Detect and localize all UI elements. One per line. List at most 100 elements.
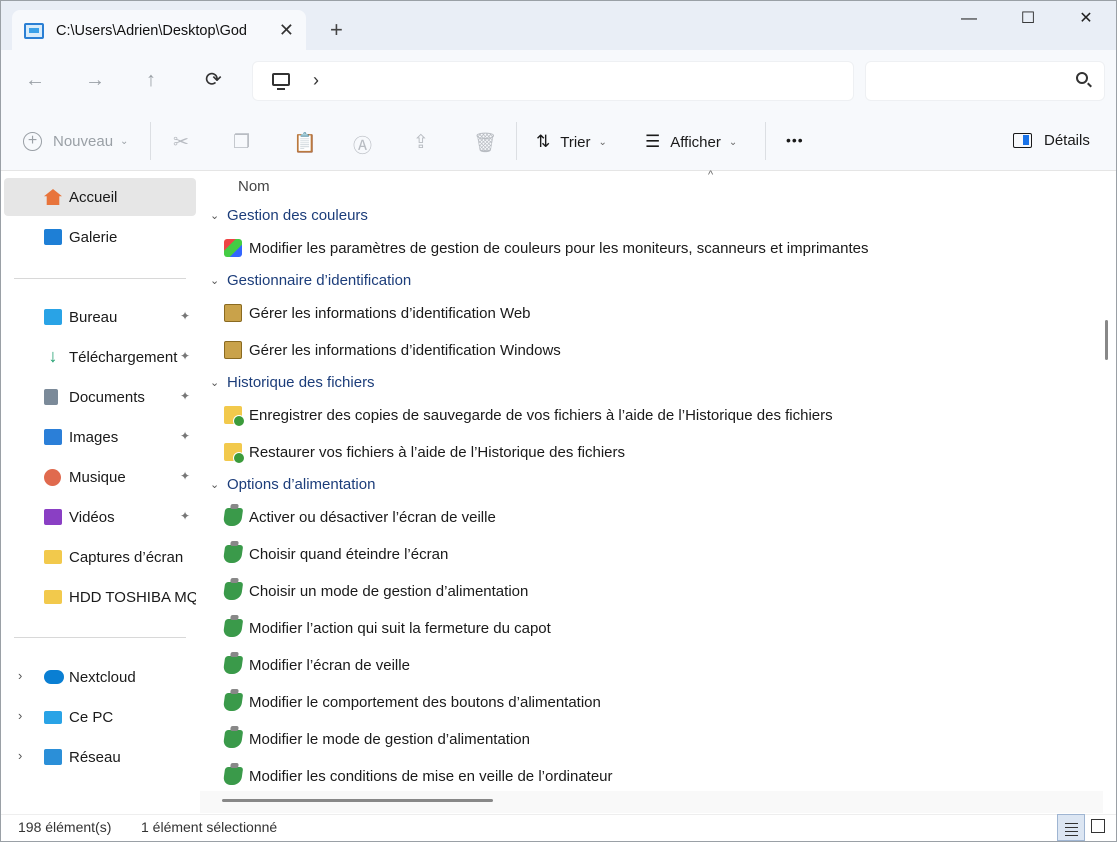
color-management-icon [224, 239, 242, 257]
forward-arrow-icon[interactable]: → [85, 68, 105, 92]
more-options-button[interactable]: ••• [786, 132, 804, 148]
close-button[interactable]: ✕ [1066, 8, 1106, 32]
sort-button-label: Trier [560, 133, 591, 151]
navigation-pane: Accueil Galerie Bureau ✦ ↓ Téléchargemen… [0, 171, 200, 814]
expand-chevron-icon[interactable]: › [18, 748, 22, 763]
list-item[interactable]: Restaurer vos fichiers à l’aide de l’His… [224, 435, 625, 469]
sidebar-item-videos[interactable]: Vidéos ✦ [4, 498, 196, 536]
list-item[interactable]: Enregistrer des copies de sauvegarde de … [224, 398, 833, 432]
collapse-chevron-icon[interactable]: ⌄ [210, 209, 219, 222]
new-tab-button[interactable]: + [330, 18, 343, 42]
view-button[interactable]: ☰ Afficher ⌄ [645, 132, 737, 152]
refresh-icon[interactable]: ⟳ [205, 68, 222, 92]
sidebar-separator [14, 637, 186, 638]
power-options-icon [222, 730, 244, 748]
sidebar-item-reseau[interactable]: › Réseau [4, 738, 196, 776]
pin-icon[interactable]: ✦ [180, 509, 190, 523]
column-header-name[interactable]: Nom [238, 178, 270, 195]
group-header-power-options[interactable]: ⌄ Options d’alimentation [210, 476, 375, 493]
documents-icon [44, 389, 58, 405]
music-icon [44, 468, 61, 486]
vertical-scrollbar-thumb[interactable] [1105, 320, 1108, 360]
rename-icon[interactable]: Ⓐ [353, 131, 372, 158]
breadcrumb-chevron-icon[interactable]: › [313, 70, 319, 91]
collapse-chevron-icon[interactable]: ⌄ [210, 478, 219, 491]
minimize-button[interactable]: — [949, 8, 989, 32]
folder-icon [44, 550, 62, 564]
power-options-icon [222, 508, 244, 526]
list-item[interactable]: Choisir un mode de gestion d’alimentatio… [222, 574, 528, 608]
selection-count: 1 élément sélectionné [141, 819, 278, 835]
pin-icon[interactable]: ✦ [180, 309, 190, 323]
list-item[interactable]: Choisir quand éteindre l’écran [222, 537, 448, 571]
chevron-down-icon: ⌄ [728, 136, 738, 148]
videos-icon [44, 509, 62, 525]
sidebar-item-galerie[interactable]: Galerie [4, 218, 196, 256]
group-header-credential-manager[interactable]: ⌄ Gestionnaire d’identification [210, 272, 411, 289]
sidebar-item-musique[interactable]: Musique ✦ [4, 458, 196, 496]
desktop-folder-icon [44, 309, 62, 325]
sidebar-item-hdd-toshiba[interactable]: HDD TOSHIBA MQ [4, 578, 196, 616]
folder-icon [44, 590, 62, 604]
home-icon [44, 189, 62, 205]
sidebar-item-captures[interactable]: Captures d’écran [4, 538, 196, 576]
sidebar-item-nextcloud[interactable]: › Nextcloud [4, 658, 196, 696]
toolbar-separator [516, 122, 517, 160]
expand-chevron-icon[interactable]: › [18, 668, 22, 683]
group-header-color-management[interactable]: ⌄ Gestion des couleurs [210, 207, 368, 224]
collapse-chevron-icon[interactable]: ⌄ [210, 274, 219, 287]
sidebar-item-bureau[interactable]: Bureau ✦ [4, 298, 196, 336]
pin-icon[interactable]: ✦ [180, 389, 190, 403]
chevron-down-icon: ⌄ [598, 136, 607, 148]
toolbar-separator [765, 122, 766, 160]
sidebar-item-accueil[interactable]: Accueil [4, 178, 196, 216]
list-item[interactable]: Modifier l’action qui suit la fermeture … [222, 611, 551, 645]
vertical-scrollbar[interactable] [1103, 171, 1117, 791]
horizontal-scrollbar-thumb[interactable] [222, 799, 493, 802]
pin-icon[interactable]: ✦ [180, 429, 190, 443]
download-icon: ↓ [48, 346, 58, 366]
sidebar-item-documents[interactable]: Documents ✦ [4, 378, 196, 416]
share-icon[interactable]: ⇪ [413, 131, 429, 154]
pictures-icon [44, 429, 62, 445]
details-view-button[interactable] [1057, 814, 1085, 841]
list-item[interactable]: Modifier les conditions de mise en veill… [222, 759, 613, 793]
group-header-file-history[interactable]: ⌄ Historique des fichiers [210, 374, 375, 391]
delete-icon[interactable]: 🗑 [473, 131, 497, 155]
back-arrow-icon[interactable]: ← [25, 68, 45, 92]
up-arrow-icon[interactable]: ↑ [146, 68, 156, 92]
control-panel-icon [24, 23, 44, 39]
sort-ascending-icon: ^ [708, 169, 714, 181]
sidebar-item-telechargement[interactable]: ↓ Téléchargement ✦ [4, 338, 196, 376]
list-item[interactable]: Activer ou désactiver l’écran de veille [222, 500, 496, 534]
list-item[interactable]: Modifier les paramètres de gestion de co… [224, 231, 868, 265]
new-button-label: Nouveau [53, 133, 114, 150]
details-button[interactable]: Détails [1013, 132, 1090, 149]
list-item[interactable]: Modifier le mode de gestion d’alimentati… [222, 722, 530, 756]
tab-close-icon[interactable]: ✕ [279, 20, 294, 40]
new-button[interactable]: + Nouveau ⌄ [23, 132, 128, 151]
tiles-view-button[interactable] [1091, 819, 1105, 833]
tab-active[interactable]: C:\Users\Adrien\Desktop\God ✕ [12, 10, 306, 52]
pin-icon[interactable]: ✦ [180, 349, 190, 363]
power-options-icon [222, 693, 244, 711]
paste-icon[interactable]: 📋 [293, 131, 317, 155]
horizontal-scrollbar[interactable] [200, 791, 1103, 813]
cut-icon[interactable]: ✂ [173, 131, 189, 154]
sort-button[interactable]: ⇅ Trier ⌄ [536, 132, 607, 152]
search-input[interactable] [865, 61, 1105, 101]
pin-icon[interactable]: ✦ [180, 469, 190, 483]
list-item[interactable]: Modifier le comportement des boutons d’a… [222, 685, 601, 719]
list-item[interactable]: Modifier l’écran de veille [222, 648, 410, 682]
chevron-down-icon: ⌄ [120, 136, 129, 147]
sidebar-item-images[interactable]: Images ✦ [4, 418, 196, 456]
list-item[interactable]: Gérer les informations d’identification … [224, 296, 531, 330]
address-bar[interactable]: › [252, 61, 854, 101]
list-item[interactable]: Gérer les informations d’identification … [224, 333, 561, 367]
copy-icon[interactable]: ❐ [233, 131, 250, 154]
expand-chevron-icon[interactable]: › [18, 708, 22, 723]
sidebar-item-ce-pc[interactable]: › Ce PC [4, 698, 196, 736]
collapse-chevron-icon[interactable]: ⌄ [210, 376, 219, 389]
maximize-button[interactable]: ☐ [1008, 8, 1048, 32]
tab-title: C:\Users\Adrien\Desktop\God [56, 23, 247, 39]
